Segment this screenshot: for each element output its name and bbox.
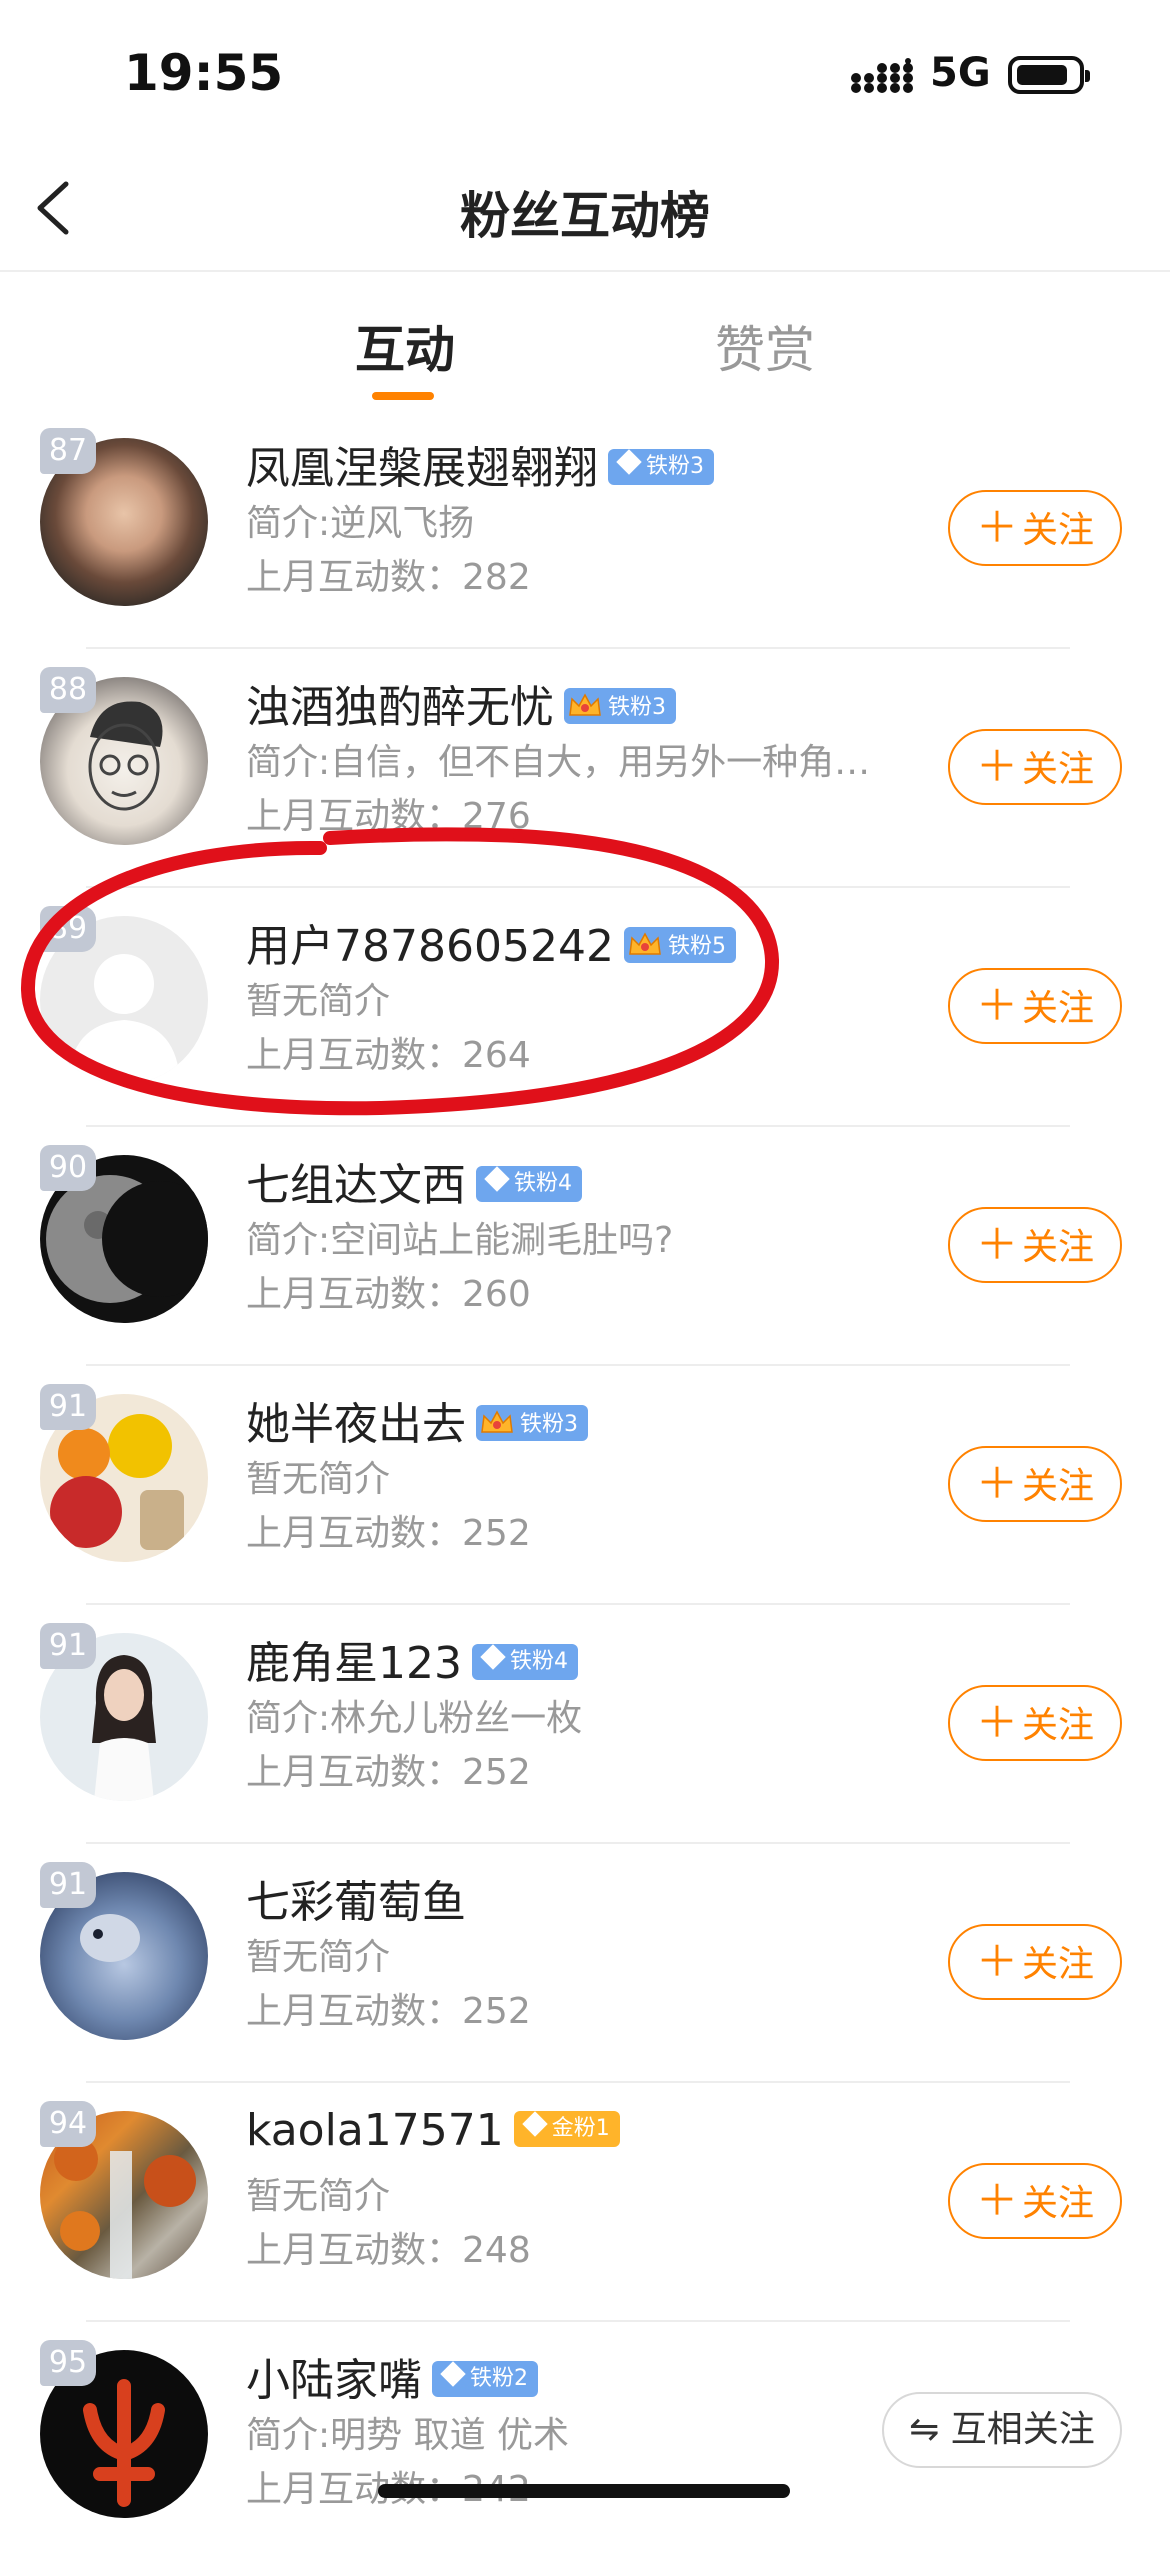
fan-intro: 简介:空间站上能涮毛肚吗? (246, 1220, 674, 1261)
status-time: 19:55 (124, 44, 284, 102)
rank-badge: 94 (40, 2101, 96, 2147)
interaction-count: 上月互动数：252 (246, 1513, 531, 1554)
fan-row[interactable]: 88 浊酒独酌醉无忧 铁粉3 简介:自信，但不自大，用另外一种角度看世界 上月互动… (0, 649, 1170, 888)
home-indicator (378, 2484, 790, 2498)
fan-row[interactable]: 95 小陆家嘴铁粉2 简介:明势 取道 优术 上月互动数：242 ⇋ 互相关注 (0, 2322, 1170, 2561)
interaction-count: 上月互动数：264 (246, 1035, 531, 1076)
fan-intro: 暂无简介 (246, 1459, 391, 1500)
tab-interaction[interactable]: 互动 (355, 310, 455, 382)
rank-badge: 89 (40, 906, 96, 952)
rank-badge: 91 (40, 1384, 96, 1430)
fan-level-badge: 铁粉4 (471, 1644, 578, 1680)
fan-level-badge: 金粉1 (513, 2111, 620, 2147)
follow-button[interactable]: ＋关注 (948, 1207, 1122, 1283)
fan-name[interactable]: 七组达文西 铁粉4 (246, 1149, 582, 1213)
rank-badge: 95 (40, 2340, 96, 2386)
crown-icon (629, 932, 661, 955)
fan-name[interactable]: 她半夜出去 铁粉3 (246, 1388, 588, 1452)
follow-button[interactable]: ＋关注 (948, 1446, 1122, 1522)
crown-icon (569, 693, 601, 716)
rank-badge: 87 (40, 428, 96, 474)
plus-icon: ＋ (975, 1220, 1018, 1269)
fan-level-badge: 铁粉3 (564, 688, 676, 724)
interaction-count: 上月互动数：248 (246, 2230, 531, 2271)
follow-button[interactable]: ＋关注 (948, 968, 1122, 1044)
fan-row[interactable]: 90 七组达文西 铁粉4 简介:空间站上能涮毛肚吗? 上月互动数：260 ＋关注 (0, 1127, 1170, 1366)
fan-intro: 简介:林允儿粉丝一枚 (246, 1698, 583, 1739)
follow-button[interactable]: ＋关注 (948, 490, 1122, 566)
nav-bar: 粉丝互动榜 (0, 140, 1170, 272)
diamond-icon (440, 2361, 466, 2387)
tab-bar: 互动 赞赏 (0, 280, 1170, 410)
tab-reward[interactable]: 赞赏 (715, 310, 815, 382)
cellular-signal-icon (851, 58, 913, 93)
status-bar: 19:55 5G (0, 0, 1170, 140)
gold-gem-icon (522, 2111, 548, 2137)
fan-level-badge: 铁粉2 (432, 2361, 538, 2397)
network-type: 5G (930, 50, 991, 96)
diamond-icon (480, 1644, 506, 1670)
follow-button[interactable]: ＋关注 (948, 1924, 1122, 2000)
fan-intro: 简介:自信，但不自大，用另外一种角度看世界 (246, 742, 906, 783)
fan-intro: 暂无简介 (246, 981, 391, 1022)
fan-name[interactable]: 七彩葡萄鱼 (246, 1866, 466, 1930)
page-title: 粉丝互动榜 (460, 187, 710, 245)
rank-badge: 91 (40, 1623, 96, 1669)
fan-level-badge: 铁粉4 (476, 1166, 582, 1202)
rank-badge: 91 (40, 1862, 96, 1908)
crown-icon (481, 1410, 513, 1433)
fan-level-badge: 铁粉5 (623, 927, 736, 963)
interaction-count: 上月互动数：276 (246, 796, 531, 837)
tab-indicator (372, 392, 434, 400)
fan-level-badge: 铁粉3 (608, 449, 714, 485)
fan-name[interactable]: 用户7878605242 铁粉5 (246, 910, 736, 974)
rank-badge: 90 (40, 1145, 96, 1191)
fan-name[interactable]: 浊酒独酌醉无忧 铁粉3 (246, 671, 676, 735)
interaction-count: 上月互动数：282 (246, 557, 531, 598)
fan-row[interactable]: 94 kaola17571 金粉1 暂无简介 上月互动数：248 ＋关注 (0, 2083, 1170, 2322)
fan-level-badge: 铁粉3 (476, 1405, 588, 1441)
battery-icon (1008, 56, 1090, 94)
interaction-count: 上月互动数：260 (246, 1274, 531, 1315)
fan-row[interactable]: 91 她半夜出去 铁粉3 暂无简介 上月互动数：252 ＋关注 (0, 1366, 1170, 1605)
mutual-follow-button[interactable]: ⇋ 互相关注 (882, 2392, 1122, 2468)
plus-icon: ＋ (975, 742, 1018, 791)
fan-row[interactable]: 89 用户7878605242 铁粉5 暂无简介 上月互动数：264 ＋关注 (0, 888, 1170, 1127)
fan-name[interactable]: 小陆家嘴 铁粉2 (246, 2344, 538, 2408)
interaction-count: 上月互动数：252 (246, 1752, 531, 1793)
fan-name[interactable]: kaola17571 金粉1 (246, 2105, 620, 2156)
follow-button[interactable]: ＋关注 (948, 729, 1122, 805)
follow-button[interactable]: ＋关注 (948, 1685, 1122, 1761)
diamond-icon (484, 1166, 510, 1192)
plus-icon: ＋ (975, 1698, 1018, 1747)
fan-name[interactable]: 凤凰涅槃展翅翱翔 铁粉3 (246, 432, 714, 496)
fan-intro: 简介:明势 取道 优术 (246, 2415, 570, 2456)
plus-icon: ＋ (975, 503, 1018, 552)
plus-icon: ＋ (975, 1937, 1018, 1986)
fan-row[interactable]: 91 七彩葡萄鱼 暂无简介 上月互动数：252 ＋关注 (0, 1844, 1170, 2083)
fan-intro: 暂无简介 (246, 2176, 391, 2217)
fan-intro: 简介:逆风飞扬 (246, 503, 475, 544)
rank-badge: 88 (40, 667, 96, 713)
plus-icon: ＋ (975, 2176, 1018, 2225)
swap-arrows-icon: ⇋ (909, 2409, 951, 2450)
plus-icon: ＋ (975, 981, 1018, 1030)
fan-row[interactable]: 91 鹿角星123 铁粉4 简介:林允儿粉丝一枚 上月互动数：252 ＋关注 (0, 1605, 1170, 1844)
interaction-count: 上月互动数：252 (246, 1991, 531, 2032)
follow-button[interactable]: ＋关注 (948, 2163, 1122, 2239)
plus-icon: ＋ (975, 1459, 1018, 1508)
fan-intro: 暂无简介 (246, 1937, 391, 1978)
fan-name[interactable]: 鹿角星123 铁粉4 (246, 1627, 578, 1691)
fan-row[interactable]: 87 凤凰涅槃展翅翱翔 铁粉3 简介:逆风飞扬 上月互动数：282 ＋关注 (0, 410, 1170, 649)
diamond-icon (616, 449, 642, 475)
